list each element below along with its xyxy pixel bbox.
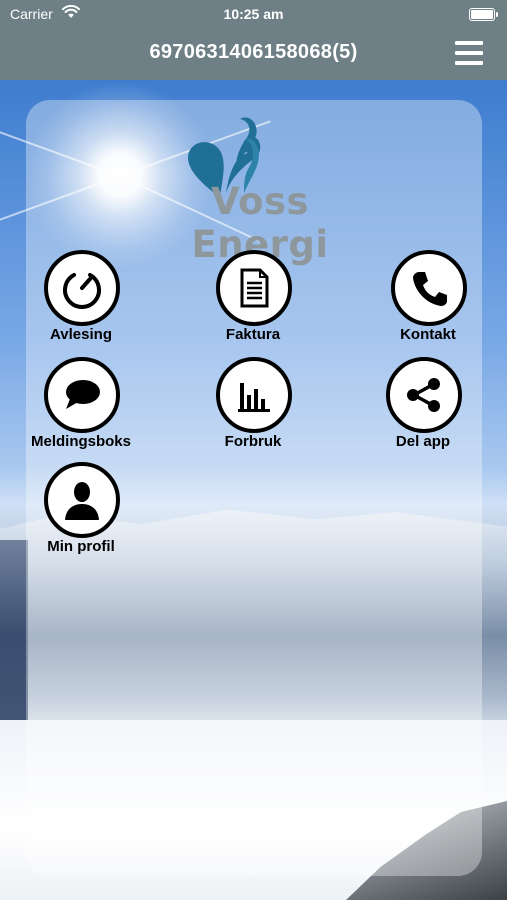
tile-avlesing[interactable]: Avlesing: [26, 250, 136, 350]
chat-bubble-icon: [66, 380, 100, 409]
tile-min-profil[interactable]: Min profil: [26, 462, 136, 562]
tile-label: Faktura: [225, 326, 281, 343]
hamburger-menu-icon[interactable]: [455, 41, 483, 65]
tile-meldingsboks[interactable]: Meldingsboks: [26, 357, 136, 457]
clock: 10:25 am: [223, 6, 284, 22]
tile-label: Meldingsboks: [30, 433, 131, 450]
page-title: 6970631406158068(5): [149, 41, 358, 63]
kontakt-button[interactable]: [391, 250, 467, 326]
tile-label: Del app: [395, 433, 451, 450]
avlesing-button[interactable]: [44, 250, 120, 326]
tile-faktura[interactable]: Faktura: [198, 250, 308, 350]
battery-icon: [469, 8, 498, 21]
tile-label: Kontakt: [400, 326, 456, 343]
phone-icon: [413, 272, 447, 306]
min-profil-button[interactable]: [44, 462, 120, 538]
person-icon: [65, 482, 99, 520]
document-icon: [240, 268, 269, 308]
tile-forbruk[interactable]: Forbruk: [198, 357, 308, 457]
faktura-button[interactable]: [216, 250, 292, 326]
tile-label: Forbruk: [224, 433, 282, 450]
bar-chart-icon: [238, 383, 270, 412]
tile-kontakt[interactable]: Kontakt: [373, 250, 483, 350]
forbruk-button[interactable]: [216, 357, 292, 433]
gauge-icon: [63, 273, 101, 309]
navigation-bar: 6970631406158068(5): [0, 28, 507, 80]
meldingsboks-button[interactable]: [44, 357, 120, 433]
del-app-button[interactable]: [386, 357, 462, 433]
tile-label: Min profil: [47, 538, 115, 555]
tile-del-app[interactable]: Del app: [368, 357, 478, 457]
share-icon: [407, 378, 440, 412]
status-bar: Carrier 10:25 am: [0, 0, 507, 28]
tile-label: Avlesing: [50, 326, 112, 343]
